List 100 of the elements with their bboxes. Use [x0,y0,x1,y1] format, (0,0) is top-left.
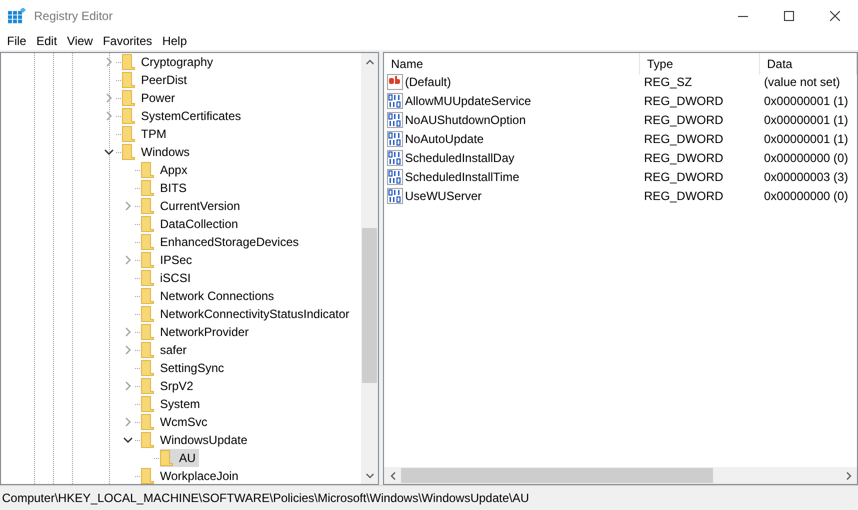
chevron-right-icon[interactable] [123,381,133,391]
table-cell: ScheduledInstallDay [384,148,640,167]
menu-item[interactable]: View [62,34,98,48]
table-cell-text: REG_SZ [643,74,694,90]
folder-icon [122,72,135,88]
binary-value-icon [387,150,403,166]
table-cell: UseWUServer [384,186,640,205]
window-title: Registry Editor [34,9,113,23]
folder-icon [141,324,154,340]
column-header[interactable]: Data [760,53,857,75]
tree-item[interactable]: WindowsUpdate [141,431,250,449]
column-header[interactable]: Type [640,53,760,75]
table-cell-text: REG_DWORD [643,112,724,128]
tree-item[interactable]: DataCollection [141,215,242,233]
tree-item[interactable]: SettingSync [141,359,228,377]
tree-item[interactable]: NetworkProvider [141,323,252,341]
chevron-down-icon[interactable] [123,435,133,445]
tree-item[interactable]: CurrentVersion [141,197,244,215]
table-cell-text: (value not set) [763,74,842,90]
folder-icon [160,450,173,466]
folder-icon [141,234,154,250]
scroll-left-icon[interactable] [390,472,396,480]
folder-icon [141,468,154,484]
table-cell-text: 0x00000000 (0) [763,188,850,204]
chevron-right-icon[interactable] [123,255,133,265]
chevron-right-icon[interactable] [123,417,133,427]
folder-icon [141,414,154,430]
folder-icon [141,396,154,412]
folder-icon [122,108,135,124]
tree-item[interactable]: EnhancedStorageDevices [141,233,302,251]
app-icon [8,8,26,24]
vertical-scrollbar[interactable] [361,53,378,484]
folder-icon [141,288,154,304]
table-cell-text: 0x00000003 (3) [763,168,850,186]
menu-item[interactable]: Help [157,34,192,48]
folder-icon [141,216,154,232]
menu-item[interactable]: Favorites [98,34,158,48]
folder-icon [141,180,154,196]
table-cell-text: REG_DWORD [643,92,724,110]
folder-icon [122,54,135,70]
menu-item[interactable]: Edit [31,34,62,48]
tree-item[interactable]: Network Connections [141,287,278,305]
horizontal-scrollbar[interactable] [384,467,857,484]
tree-item[interactable]: NetworkConnectivityStatusIndicator [141,305,352,323]
chevron-down-icon[interactable] [104,147,114,157]
table-cell-text: 0x00000001 (1) [763,130,850,148]
table-cell-text: REG_DWORD [643,188,724,204]
folder-icon [141,360,154,376]
tree-item[interactable]: BITS [141,179,190,197]
scroll-right-icon[interactable] [846,472,852,480]
tree-item[interactable]: PeerDist [122,71,190,89]
chevron-right-icon[interactable] [123,327,133,337]
key-path: Computer\HKEY_LOCAL_MACHINE\SOFTWARE\Policies\Microsoft\Windows\WindowsUpdate\AU [2,491,530,505]
table-cell-text: REG_DWORD [643,168,724,186]
tree-item[interactable]: WorkplaceJoin [141,467,242,484]
tree-item[interactable]: System [141,395,204,413]
folder-icon [122,90,135,106]
tree-item[interactable]: SystemCertificates [122,107,244,125]
chevron-right-icon[interactable] [123,345,133,355]
menu-item[interactable]: File [2,34,32,48]
binary-value-icon [387,112,403,128]
chevron-right-icon[interactable] [123,201,133,211]
tree-item[interactable]: Cryptography [122,53,216,71]
folder-icon [141,378,154,394]
close-icon [830,11,840,21]
chevron-right-icon[interactable] [104,57,114,67]
tree-item[interactable]: safer [141,341,190,359]
binary-value-icon [387,188,403,204]
scroll-down-icon[interactable] [366,472,374,478]
table-cell-text: 0x00000001 (1) [763,112,850,128]
chevron-right-icon[interactable] [104,111,114,121]
tree-item[interactable]: AU [160,449,199,467]
tree-item[interactable]: iSCSI [141,269,194,287]
binary-value-icon [387,92,403,108]
tree-item[interactable]: WcmSvc [141,413,210,431]
maximize-icon [784,11,794,21]
tree-item[interactable]: TPM [122,125,170,143]
tree-item[interactable]: Windows [122,143,193,161]
folder-icon [141,162,154,178]
folder-icon [122,126,135,142]
tree-item[interactable]: IPSec [141,251,196,269]
folder-icon [141,432,154,448]
table-cell: NoAutoUpdate [384,129,640,148]
binary-value-icon [387,168,403,184]
table-cell-text: REG_DWORD [643,150,724,166]
folder-icon [141,306,154,322]
tree-item[interactable]: SrpV2 [141,377,196,395]
folder-icon [141,252,154,268]
table-cell-text: 0x00000001 (1) [763,92,850,110]
scroll-up-icon[interactable] [366,58,374,64]
chevron-right-icon[interactable] [104,93,114,103]
folder-icon [141,198,154,214]
tree-item[interactable]: Appx [141,161,190,179]
table-cell: AllowMUUpdateService [384,91,640,110]
tree-item[interactable]: Power [122,89,178,107]
table-cell-text: 0x00000000 (0) [763,150,850,166]
table-cell: (Default) [384,72,640,91]
folder-icon [122,144,135,160]
folder-icon [141,342,154,358]
string-value-icon [387,74,403,90]
